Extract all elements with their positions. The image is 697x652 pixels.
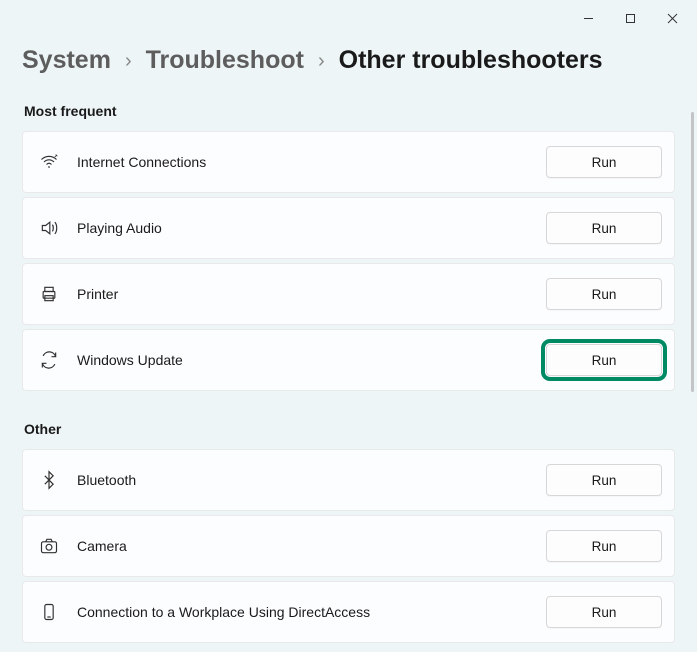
section-other: Other Bluetooth Run Camera Run Connectio… xyxy=(22,421,675,643)
section-most-frequent: Most frequent Internet Connections Run P… xyxy=(22,103,675,391)
run-button[interactable]: Run xyxy=(546,146,662,178)
chevron-right-icon: › xyxy=(125,50,132,73)
troubleshooter-label: Connection to a Workplace Using DirectAc… xyxy=(77,604,546,620)
close-button[interactable] xyxy=(651,4,693,32)
run-button[interactable]: Run xyxy=(546,530,662,562)
run-button[interactable]: Run xyxy=(546,278,662,310)
troubleshooter-label: Camera xyxy=(77,538,546,554)
sync-icon xyxy=(37,350,61,370)
troubleshooter-label: Playing Audio xyxy=(77,220,546,236)
breadcrumb: System › Troubleshoot › Other troublesho… xyxy=(22,46,675,75)
troubleshooter-label: Windows Update xyxy=(77,352,546,368)
run-button[interactable]: Run xyxy=(546,596,662,628)
troubleshooter-printer: Printer Run xyxy=(22,263,675,325)
scrollbar[interactable] xyxy=(690,2,695,642)
troubleshooter-playing-audio: Playing Audio Run xyxy=(22,197,675,259)
troubleshooter-directaccess: Connection to a Workplace Using DirectAc… xyxy=(22,581,675,643)
section-title: Other xyxy=(24,421,675,437)
page-title: Other troubleshooters xyxy=(339,46,603,75)
maximize-button[interactable] xyxy=(609,4,651,32)
camera-icon xyxy=(37,536,61,556)
troubleshooter-label: Bluetooth xyxy=(77,472,546,488)
chevron-right-icon: › xyxy=(318,50,325,73)
section-title: Most frequent xyxy=(24,103,675,119)
settings-content: System › Troubleshoot › Other troublesho… xyxy=(0,0,697,652)
wifi-icon xyxy=(37,152,61,172)
speaker-icon xyxy=(37,218,61,238)
troubleshooter-bluetooth: Bluetooth Run xyxy=(22,449,675,511)
window-controls xyxy=(567,0,697,32)
troubleshooter-camera: Camera Run xyxy=(22,515,675,577)
minimize-button[interactable] xyxy=(567,4,609,32)
troubleshooter-internet-connections: Internet Connections Run xyxy=(22,131,675,193)
troubleshooter-windows-update: Windows Update Run xyxy=(22,329,675,391)
troubleshooter-label: Internet Connections xyxy=(77,154,546,170)
troubleshooter-label: Printer xyxy=(77,286,546,302)
breadcrumb-troubleshoot[interactable]: Troubleshoot xyxy=(146,46,304,75)
bluetooth-icon xyxy=(37,470,61,490)
run-button[interactable]: Run xyxy=(546,464,662,496)
run-button[interactable]: Run xyxy=(546,212,662,244)
printer-icon xyxy=(37,284,61,304)
breadcrumb-system[interactable]: System xyxy=(22,46,111,75)
phone-icon xyxy=(37,602,61,622)
run-button[interactable]: Run xyxy=(546,344,662,376)
scrollbar-thumb[interactable] xyxy=(691,112,694,392)
